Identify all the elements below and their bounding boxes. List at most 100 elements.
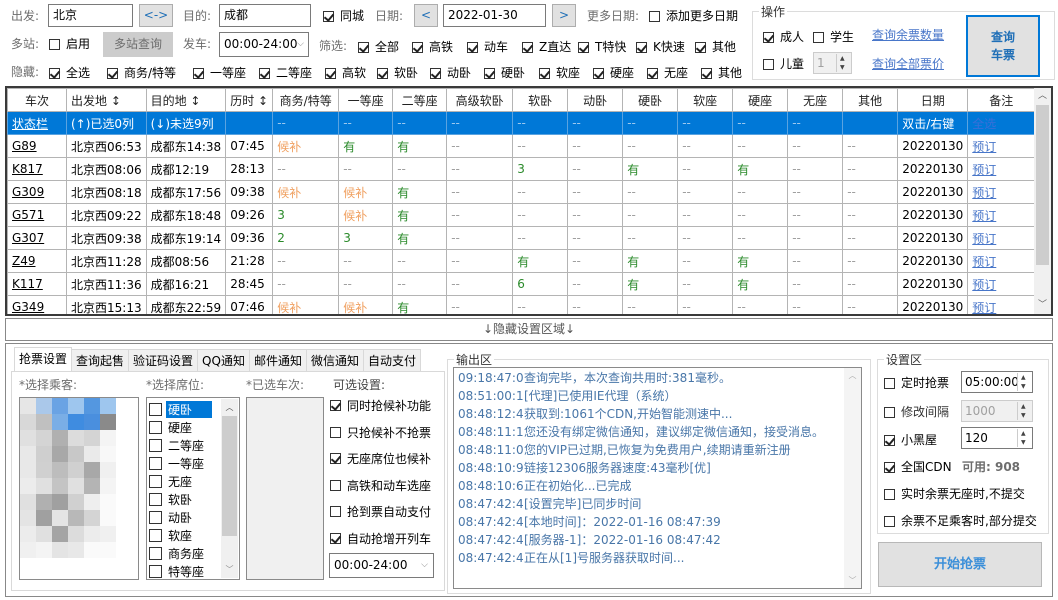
column-header[interactable]: 目的地 ↕ xyxy=(145,88,227,112)
scroll-down-icon[interactable]: ﹀ xyxy=(1034,297,1051,314)
train-row[interactable]: G571 北京西09:22 成都东18:48 09:26 3 候补有 -- -- -- -- -- -… xyxy=(7,203,1036,227)
child-checkbox[interactable]: 儿童 xyxy=(763,55,804,73)
train-row[interactable]: Z49 北京西11:28 成都08:56 21:28 -- -- -- -- 有 -- 有 -- 有 --… xyxy=(7,249,1036,273)
tab-wechat-notify[interactable]: 微信通知 xyxy=(305,349,364,371)
column-header[interactable]: 高级软卧 xyxy=(446,88,514,112)
start-grab-button[interactable]: 开始抢票 xyxy=(878,542,1042,587)
query-tickets-button[interactable]: 查询 车票 xyxy=(966,15,1040,77)
grab-option-checkbox[interactable]: 高铁和动车选座 xyxy=(330,477,440,504)
status-cell[interactable]: 全选 xyxy=(967,111,1036,135)
book-link[interactable]: 预订 xyxy=(967,180,1036,204)
filter-other-checkbox[interactable]: 其他 xyxy=(695,38,736,56)
prev-date-button[interactable]: < xyxy=(414,4,438,27)
column-header[interactable]: 无座 xyxy=(787,88,844,112)
column-header[interactable]: 硬座 xyxy=(732,88,789,112)
train-number-link[interactable]: G307 xyxy=(7,226,67,250)
hide-second-class-checkbox[interactable]: 二等座 xyxy=(259,64,325,82)
no-seat-no-submit-checkbox[interactable]: 实时余票无座时,不提交 xyxy=(884,485,1025,503)
column-header[interactable]: 出发地 ↕ xyxy=(66,88,147,112)
grab-time-range-select[interactable]: 00:00-24:00 ⌵ xyxy=(329,553,434,578)
scrollbar-thumb[interactable] xyxy=(222,416,237,536)
blackroom-spinner[interactable]: 120 xyxy=(961,427,1033,449)
hide-first-class-checkbox[interactable]: 一等座 xyxy=(193,64,259,82)
hide-soft-sleeper-checkbox[interactable]: 软卧 xyxy=(377,64,430,82)
next-date-button[interactable]: > xyxy=(552,4,576,27)
column-header[interactable]: 软座 xyxy=(677,88,734,112)
train-row[interactable]: G89 北京西06:53 成都东14:38 07:45 候补有有 -- -- -- -- -- --… xyxy=(7,134,1036,158)
hide-other-checkbox[interactable]: 其他 xyxy=(701,64,742,82)
filter-all-checkbox[interactable]: 全部 xyxy=(358,38,412,56)
train-row[interactable]: G309 北京西08:18 成都东17:56 09:38 候补 候补有 -- -- -- -- --… xyxy=(7,180,1036,204)
same-city-checkbox[interactable]: 同城 xyxy=(323,7,364,25)
adult-checkbox[interactable]: 成人 xyxy=(763,28,804,46)
multi-station-enable-checkbox[interactable]: 启用 xyxy=(49,35,90,53)
book-link[interactable]: 预订 xyxy=(967,134,1036,158)
seat-list[interactable]: 硬卧 硬座 二等座 一等座 无座 软卧 动卧 软座 商务座 特等座 ︿ ﹀ xyxy=(146,397,240,580)
interval-spinner[interactable]: 1000 xyxy=(961,400,1033,422)
query-remaining-link[interactable]: 查询余票数量 xyxy=(872,26,944,43)
swap-stations-button[interactable]: <-> xyxy=(139,4,173,27)
hide-soft-seat-checkbox[interactable]: 软座 xyxy=(539,64,593,82)
spinner-arrows-icon[interactable] xyxy=(1017,429,1031,447)
hide-business-checkbox[interactable]: 商务/特等 xyxy=(107,64,193,82)
hide-settings-toggle[interactable]: ↓隐藏设置区域↓ xyxy=(5,318,1053,341)
scroll-down-icon[interactable]: ﹀ xyxy=(221,561,238,578)
train-number-link[interactable]: K117 xyxy=(7,272,67,296)
partial-submit-checkbox[interactable]: 余票不足乘客时,部分提交 xyxy=(884,512,1037,530)
tab-email-notify[interactable]: 邮件通知 xyxy=(248,349,307,371)
query-prices-link[interactable]: 查询全部票价 xyxy=(872,55,944,72)
train-number-link[interactable]: Z49 xyxy=(7,249,67,273)
column-header[interactable]: 二等座 xyxy=(392,88,448,112)
spinner-arrows-icon[interactable] xyxy=(1017,402,1031,420)
status-bar-link[interactable]: 状态栏 xyxy=(7,111,67,135)
column-header[interactable]: 其他 xyxy=(842,88,899,112)
national-cdn-checkbox[interactable]: 全国CDN xyxy=(884,458,952,476)
student-checkbox[interactable]: 学生 xyxy=(813,28,854,46)
filter-emu-checkbox[interactable]: 动车 xyxy=(467,38,522,56)
tab-auto-pay[interactable]: 自动支付 xyxy=(362,349,421,371)
blackroom-checkbox[interactable]: 小黑屋 xyxy=(884,431,937,449)
book-link[interactable]: 预订 xyxy=(967,203,1036,227)
train-number-link[interactable]: G89 xyxy=(7,134,67,158)
depart-time-select[interactable]: 00:00-24:00 ⌵ xyxy=(219,32,309,57)
column-header[interactable]: 车次 xyxy=(7,88,67,112)
from-station-input[interactable]: 北京 xyxy=(48,4,133,27)
to-station-input[interactable]: 成都 xyxy=(219,4,311,27)
train-number-link[interactable]: G349 xyxy=(7,295,67,314)
grab-option-checkbox[interactable]: 抢到票自动支付 xyxy=(330,503,440,530)
train-number-link[interactable]: K817 xyxy=(7,157,67,181)
column-header[interactable]: 硬卧 xyxy=(622,88,679,112)
filter-z-checkbox[interactable]: Z直达 xyxy=(522,38,578,56)
book-link[interactable]: 预订 xyxy=(967,295,1036,314)
grab-option-checkbox[interactable]: 只抢候补不抢票 xyxy=(330,424,440,451)
hide-hard-sleeper-checkbox[interactable]: 硬卧 xyxy=(484,64,539,82)
book-link[interactable]: 预订 xyxy=(967,272,1036,296)
interval-checkbox[interactable]: 修改间隔 xyxy=(884,403,949,421)
grab-option-checkbox[interactable]: 同时抢候补功能 xyxy=(330,397,440,424)
train-row[interactable]: G307 北京西09:38 成都东19:14 09:36 2 3 有 -- -- -- -- -- --… xyxy=(7,226,1036,250)
column-header[interactable]: 商务/特等 xyxy=(272,88,340,112)
column-header[interactable]: 备注 xyxy=(967,88,1036,112)
status-row[interactable]: 状态栏 (↑)已选0列 (↓)未选9列 -- -- -- -- -- -- -- -- -- -- 双击/… xyxy=(7,111,1036,135)
hide-emu-sleeper-checkbox[interactable]: 动卧 xyxy=(430,64,484,82)
tab-grab-settings[interactable]: 抢票设置 xyxy=(14,347,73,371)
add-more-dates-checkbox[interactable]: 添加更多日期 xyxy=(649,7,738,25)
column-header[interactable]: 历时 ↕ xyxy=(225,88,274,112)
hide-hard-seat-checkbox[interactable]: 硬座 xyxy=(593,64,647,82)
hide-no-seat-checkbox[interactable]: 无座 xyxy=(647,64,701,82)
scroll-up-icon[interactable]: ︿ xyxy=(844,370,861,381)
grab-option-checkbox[interactable]: 无座席位也候补 xyxy=(330,450,440,477)
train-row[interactable]: G349 北京西15:13 成都东22:59 07:46 候补 候补有 -- -- -- -- --… xyxy=(7,295,1036,314)
spinner-arrows-icon[interactable] xyxy=(1017,373,1031,391)
filter-k-checkbox[interactable]: K快速 xyxy=(636,38,695,56)
train-row[interactable]: K817 北京西08:06 成都12:19 28:13 -- -- -- -- 3 -- 有 -- 有 -… xyxy=(7,157,1036,181)
selected-trains-list[interactable] xyxy=(246,397,324,580)
child-count-spinner[interactable]: 1 xyxy=(813,52,852,74)
spinner-arrows-icon[interactable] xyxy=(836,54,850,72)
column-header[interactable]: 软卧 xyxy=(512,88,569,112)
hide-all-checkbox[interactable]: 全选 xyxy=(49,64,107,82)
filter-t-checkbox[interactable]: T特快 xyxy=(578,38,636,56)
timed-grab-spinner[interactable]: 05:00:00 xyxy=(961,371,1033,393)
output-log[interactable]: 09:18:47:0查询完毕，本次查询共用时:381毫秒。 08:51:00:1[… xyxy=(453,367,862,589)
table-scrollbar[interactable]: ︿ ﹀ xyxy=(1034,88,1051,314)
